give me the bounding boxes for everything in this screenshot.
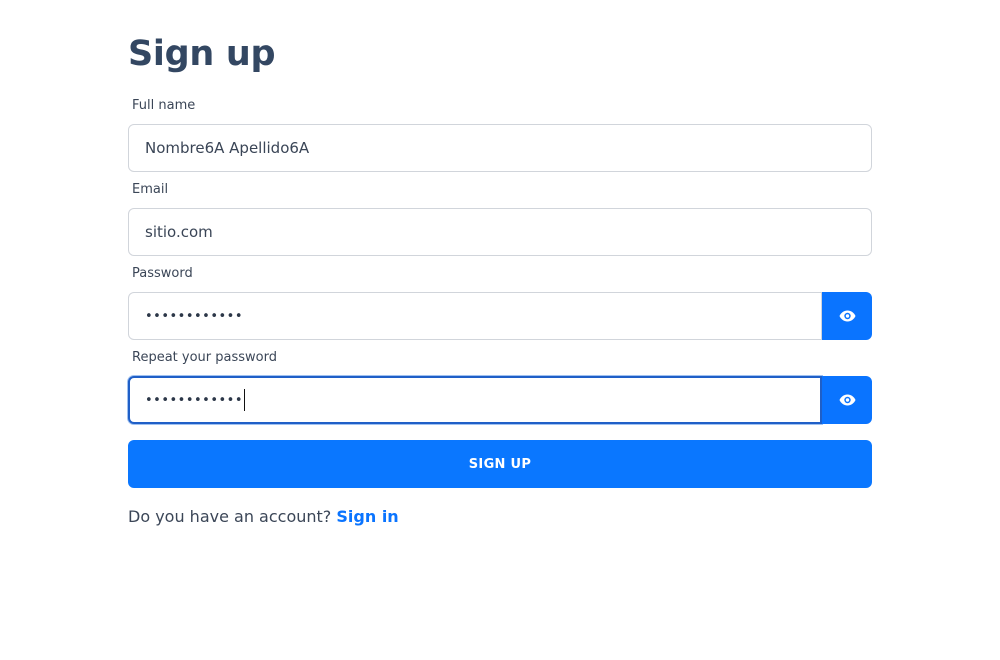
sign-up-button[interactable]: SIGN UP (128, 440, 872, 488)
show-repeat-password-button[interactable] (822, 376, 872, 424)
full-name-value: Nombre6A Apellido6A (145, 139, 310, 157)
repeat-password-label: Repeat your password (132, 350, 277, 365)
page-title: Sign up (128, 34, 276, 74)
sign-in-prompt: Do you have an account? Sign in (128, 506, 399, 528)
repeat-password-value: •••••••••••• (145, 392, 244, 408)
eye-icon (839, 394, 855, 406)
email-field[interactable]: sitio.com (128, 208, 872, 256)
email-value: sitio.com (145, 223, 213, 241)
password-field[interactable]: •••••••••••• (128, 292, 822, 340)
password-value: •••••••••••• (145, 308, 244, 324)
show-password-button[interactable] (822, 292, 872, 340)
text-caret (244, 389, 246, 411)
password-label: Password (132, 266, 193, 281)
repeat-password-field[interactable]: •••••••••••• (128, 376, 822, 424)
eye-icon (839, 310, 855, 322)
sign-in-link[interactable]: Sign in (336, 507, 398, 526)
full-name-label: Full name (132, 98, 196, 113)
full-name-field[interactable]: Nombre6A Apellido6A (128, 124, 872, 172)
sign-in-prompt-text: Do you have an account? (128, 507, 332, 526)
email-label: Email (132, 182, 169, 197)
